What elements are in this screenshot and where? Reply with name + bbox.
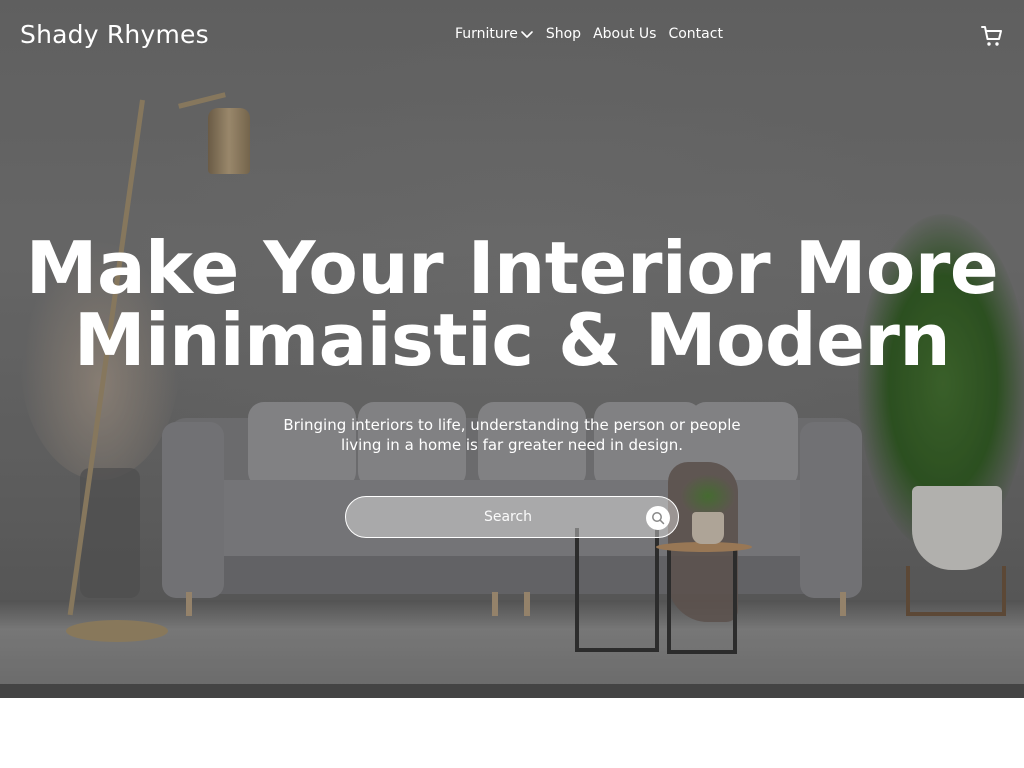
chevron-down-icon (521, 31, 533, 38)
nav-item-shop[interactable]: Shop (546, 26, 581, 42)
hero-headline-line: Make Your Interior More (25, 226, 999, 310)
nav-item-furniture[interactable]: Furniture (455, 26, 534, 42)
nav-item-contact[interactable]: Contact (668, 26, 722, 42)
hero-headline: Make Your Interior More Minimaistic & Mo… (20, 232, 1004, 376)
nav-item-label: Furniture (455, 26, 518, 42)
search-icon (652, 512, 665, 525)
search-button[interactable] (646, 506, 670, 530)
brand-logo[interactable]: Shady Rhymes (20, 20, 209, 49)
cart-icon[interactable] (980, 24, 1004, 48)
hero-section: Shady Rhymes Furniture Shop About Us Con… (0, 0, 1024, 698)
main-nav: Furniture Shop About Us Contact (455, 26, 723, 42)
hero-headline-line: Minimaistic & Modern (73, 298, 951, 382)
hero-subtitle: Bringing interiors to life, understandin… (283, 416, 741, 454)
hero-search-bar (345, 496, 679, 538)
search-input[interactable] (346, 497, 678, 537)
nav-item-about-us[interactable]: About Us (593, 26, 656, 42)
